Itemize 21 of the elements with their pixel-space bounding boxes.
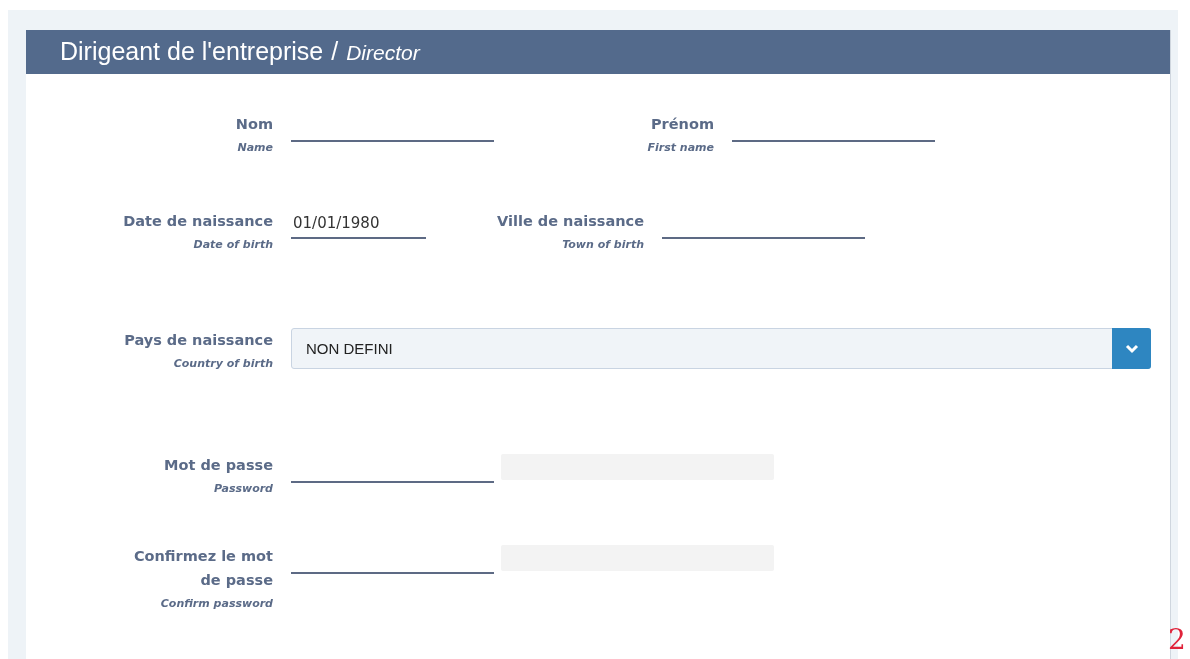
field-label: Ville de naissance (496, 211, 644, 231)
field-sublabel: Town of birth (561, 236, 644, 253)
panel-subtitle: Director (346, 40, 420, 66)
country-select[interactable]: NON DEFINI (291, 328, 1151, 369)
panel-title: Dirigeant de l'entreprise (60, 36, 324, 67)
field-sublabel: First name (646, 140, 714, 156)
date-field[interactable]: 01/01/1980 (291, 208, 426, 239)
field-sublabel: Name (236, 140, 273, 156)
field-sublabel: Confirm password (160, 596, 273, 612)
field-label: Nom (234, 115, 273, 134)
field-label: Prénom (650, 115, 714, 134)
field-sublabel: Date of birth (192, 236, 273, 253)
field-label: Pays de naissance (123, 331, 273, 350)
field-sublabel: Password (213, 480, 273, 497)
field-label: Date de naissance (122, 211, 273, 231)
field-sublabel: Country of birth (172, 356, 273, 372)
chevron-down-icon (1124, 343, 1139, 354)
field-label: Confirmez le mot de passe (132, 547, 273, 590)
annotation-mark: 2 (1168, 624, 1186, 656)
title-separator: / (331, 36, 339, 67)
field-label: Mot de passe (163, 455, 273, 475)
